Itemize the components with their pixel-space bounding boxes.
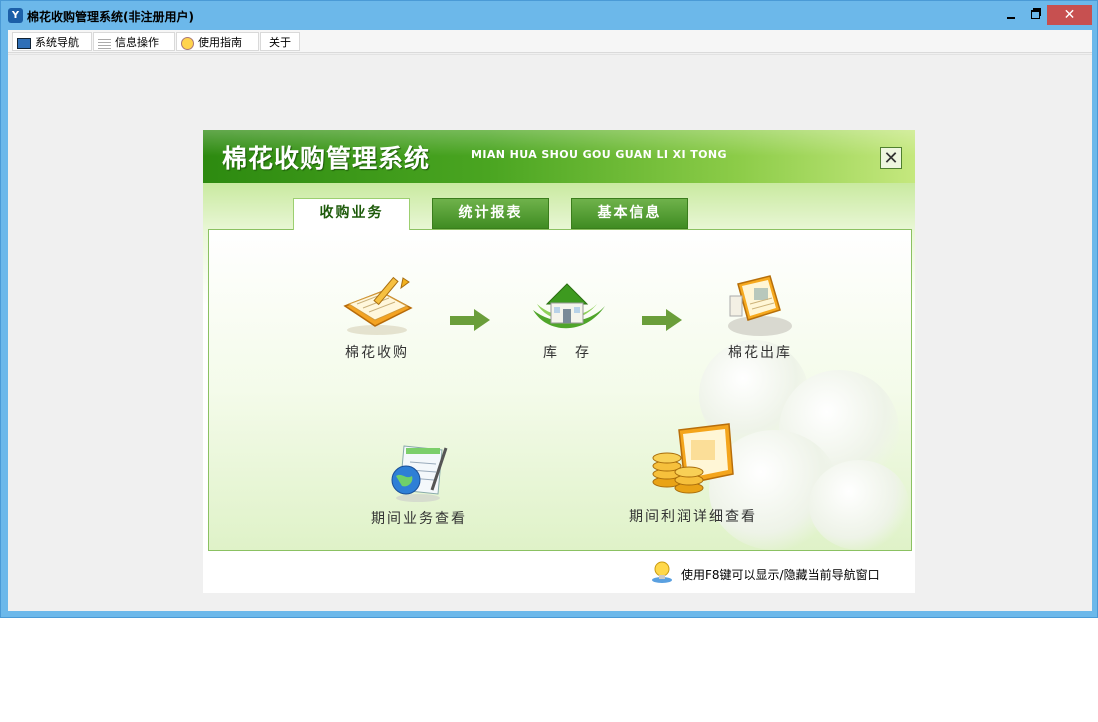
title-bar[interactable]: Y 棉花收购管理系统(非注册用户) ✕ xyxy=(1,1,1097,30)
close-icon: ✕ xyxy=(1063,7,1076,23)
globe-document-icon xyxy=(391,445,448,502)
item-period-business[interactable]: 期间业务查看 xyxy=(359,440,479,528)
menu-separator xyxy=(8,54,1092,55)
monitor-icon xyxy=(17,37,31,49)
item-label: 期间业务查看 xyxy=(371,511,467,527)
item-label: 库 存 xyxy=(543,345,591,361)
hint-text: 使用F8键可以显示/隐藏当前导航窗口 xyxy=(681,568,880,582)
minimize-icon xyxy=(1007,17,1015,19)
menu-label: 信息操作 xyxy=(115,36,159,49)
cotton-decoration xyxy=(809,460,909,550)
lightbulb-icon xyxy=(652,561,672,583)
menu-system-nav[interactable]: 系统导航 xyxy=(12,32,92,51)
coins-screen-icon xyxy=(652,423,734,494)
menu-label: 使用指南 xyxy=(198,36,242,49)
minimize-button[interactable] xyxy=(999,5,1023,25)
item-cotton-purchase[interactable]: 棉花收购 xyxy=(327,272,427,362)
menu-label: 系统导航 xyxy=(35,36,79,49)
tab-basic-info[interactable]: 基本信息 xyxy=(571,198,688,229)
item-inventory[interactable]: 库 存 xyxy=(517,274,617,362)
tab-reports[interactable]: 统计报表 xyxy=(432,198,549,229)
restore-button[interactable] xyxy=(1024,5,1046,25)
menu-info-ops[interactable]: 信息操作 xyxy=(93,32,175,51)
smiley-icon xyxy=(181,36,194,50)
window-close-button[interactable]: ✕ xyxy=(1047,5,1092,25)
nav-panel: 棉花收购管理系统 MIAN HUA SHOU GOU GUAN LI XI TO… xyxy=(203,130,915,593)
purchase-notebook-icon xyxy=(343,276,413,335)
item-period-profit[interactable]: 期间利润详细查看 xyxy=(617,422,769,526)
item-cotton-outbound[interactable]: 棉花出库 xyxy=(705,272,815,362)
outbound-document-icon xyxy=(728,275,792,336)
house-leaf-icon xyxy=(533,283,605,329)
tab-content: 棉花收购 库 存 棉花出库 期间业务查看 期间利润详细查看 xyxy=(208,229,912,551)
tab-purchase[interactable]: 收购业务 xyxy=(293,198,410,230)
menu-bar: 系统导航 信息操作 使用指南 关于 xyxy=(8,30,1092,53)
panel-title: 棉花收购管理系统 xyxy=(222,144,431,173)
panel-banner: 棉花收购管理系统 MIAN HUA SHOU GOU GUAN LI XI TO… xyxy=(203,130,915,183)
close-icon: ✕ xyxy=(883,148,899,169)
menu-about[interactable]: 关于 xyxy=(260,32,300,51)
item-label: 棉花出库 xyxy=(728,345,792,361)
f8-hint: 使用F8键可以显示/隐藏当前导航窗口 xyxy=(651,560,911,586)
item-label: 棉花收购 xyxy=(345,345,409,361)
menu-user-guide[interactable]: 使用指南 xyxy=(176,32,259,51)
window-title: 棉花收购管理系统(非注册用户) xyxy=(27,10,194,24)
menu-label: 关于 xyxy=(269,36,291,49)
restore-icon xyxy=(1031,10,1040,19)
panel-subtitle: MIAN HUA SHOU GOU GUAN LI XI TONG xyxy=(471,148,727,161)
panel-close-button[interactable]: ✕ xyxy=(880,147,902,169)
item-label: 期间利润详细查看 xyxy=(629,509,757,525)
app-icon: Y xyxy=(8,8,23,23)
grid-icon xyxy=(98,37,111,49)
